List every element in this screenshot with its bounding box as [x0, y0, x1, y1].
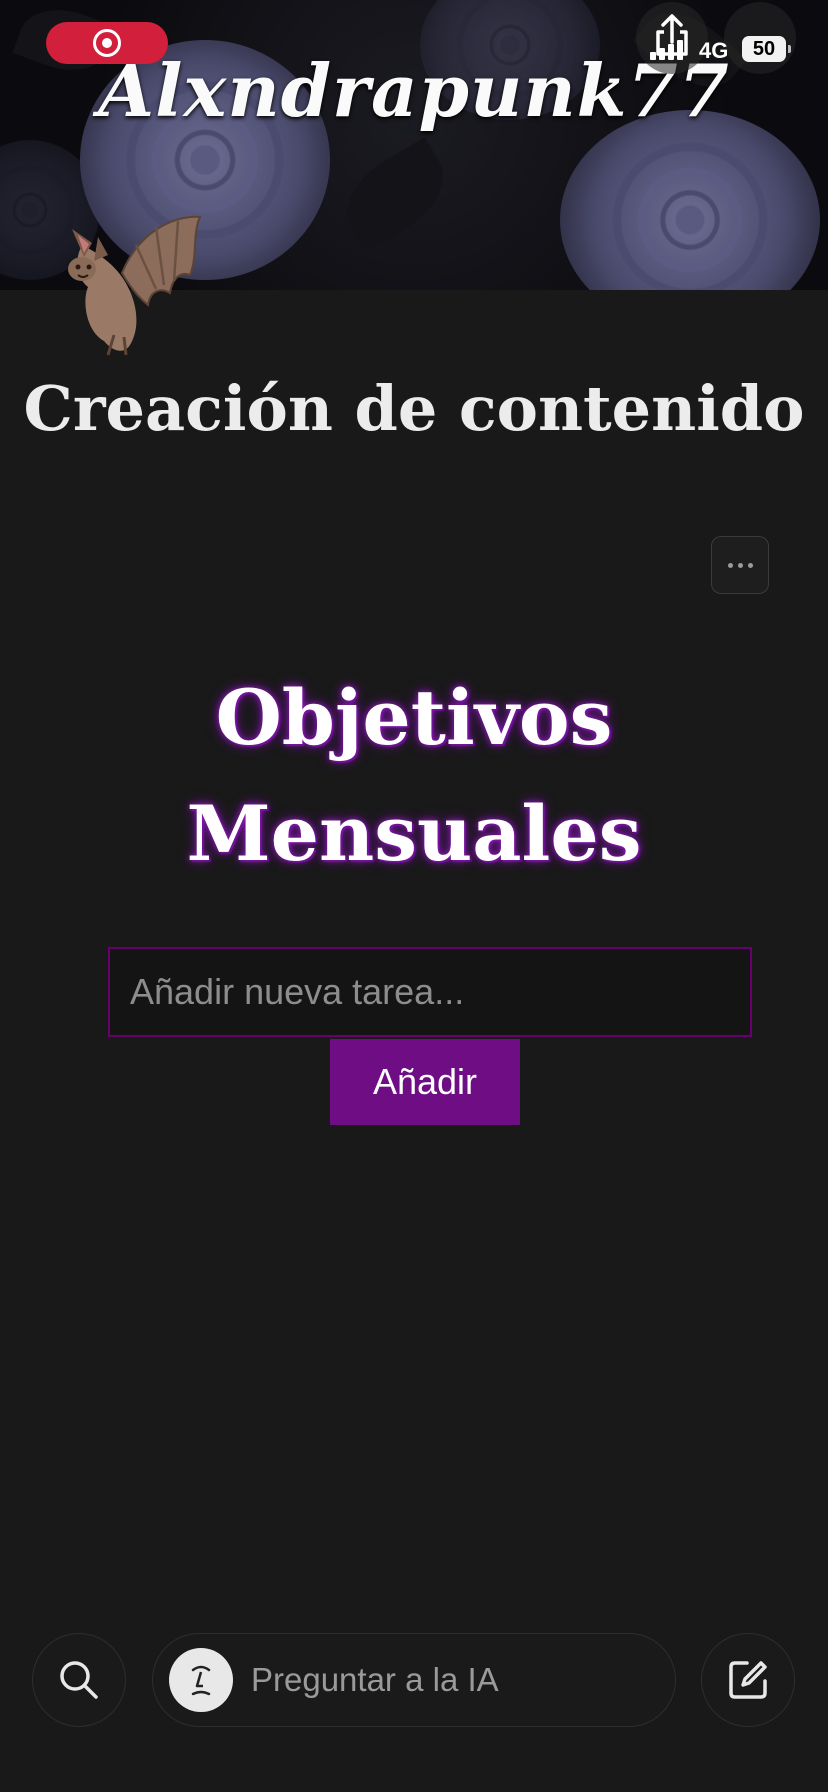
- ai-face-icon: [169, 1648, 233, 1712]
- search-icon: [60, 1661, 98, 1699]
- record-icon: [93, 29, 121, 57]
- page-title: Creación de contenido: [23, 372, 805, 445]
- battery-icon: 50: [742, 36, 791, 62]
- monthly-goals-heading: Objetivos Mensuales: [0, 660, 828, 892]
- signal-icon: [650, 40, 683, 60]
- search-button[interactable]: [32, 1633, 126, 1727]
- more-icon: [727, 562, 733, 568]
- bat-icon[interactable]: [52, 205, 212, 365]
- share-button[interactable]: [636, 2, 708, 74]
- rose-image-right: [560, 110, 820, 290]
- goals-title-line2: Mensuales: [186, 789, 642, 878]
- share-icon: [656, 14, 688, 56]
- new-task-input[interactable]: [108, 947, 752, 1037]
- block-options-button[interactable]: [711, 536, 769, 594]
- new-page-button[interactable]: [701, 1633, 795, 1727]
- screen-recording-indicator[interactable]: [46, 22, 168, 64]
- edit-icon: [729, 1661, 767, 1699]
- ask-ai-placeholder: Preguntar a la IA: [251, 1661, 499, 1698]
- network-type: 4G: [699, 38, 729, 63]
- ask-ai-bar[interactable]: Preguntar a la IA: [152, 1633, 676, 1727]
- add-task-button[interactable]: Añadir: [330, 1039, 520, 1125]
- goals-title-line1: Objetivos: [215, 673, 613, 762]
